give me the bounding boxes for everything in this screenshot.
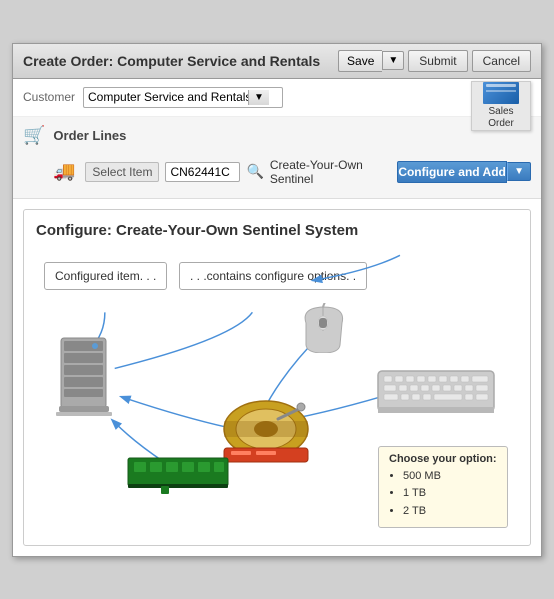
ram-component	[126, 448, 226, 493]
order-lines-header: 🛒 Order Lines	[23, 125, 531, 146]
sales-order-label: SalesOrder	[488, 106, 514, 130]
keyboard-component	[376, 363, 491, 418]
customer-row: Customer ▼ SalesOrder	[13, 79, 541, 117]
customer-input[interactable]	[88, 90, 248, 104]
search-icon: 🔍	[246, 163, 263, 179]
cart-icon: 🛒	[23, 125, 45, 146]
save-dropdown-arrow-icon: ▼	[388, 55, 398, 66]
customer-label: Customer	[23, 90, 75, 104]
option-box-list: 500 MB 1 TB 2 TB	[389, 468, 497, 521]
save-button[interactable]: Save	[338, 50, 382, 72]
main-window: Create Order: Computer Service and Renta…	[12, 43, 542, 557]
option-2tb: 2 TB	[403, 503, 497, 521]
mouse-component	[296, 303, 351, 348]
sales-order-badge[interactable]: SalesOrder	[471, 81, 531, 131]
option-1tb: 1 TB	[403, 485, 497, 503]
item-code-input[interactable]	[165, 162, 240, 182]
choose-option-box: Choose your option: 500 MB 1 TB 2 TB	[378, 446, 508, 528]
customer-dropdown-arrow-icon: ▼	[254, 92, 264, 103]
cancel-button[interactable]: Cancel	[472, 50, 531, 72]
truck-icon: 🚚	[53, 161, 75, 182]
order-lines-section: 🛒 Order Lines 🚚 Select Item 🔍 Create-You…	[13, 117, 541, 199]
configure-add-dropdown-arrow-icon: ▼	[514, 166, 524, 177]
diagram-area: Choose your option: 500 MB 1 TB 2 TB	[36, 253, 518, 533]
option-500mb: 500 MB	[403, 468, 497, 486]
option-box-title: Choose your option:	[389, 453, 497, 465]
customer-input-wrap: ▼	[83, 87, 283, 108]
order-lines-row: 🚚 Select Item 🔍 Create-Your-Own Sentinel…	[23, 154, 531, 190]
configure-add-button[interactable]: Configure and Add	[397, 161, 507, 183]
item-name: Create-Your-Own Sentinel	[270, 158, 391, 186]
server-component	[51, 333, 121, 418]
title-bar-actions: Save ▼ Submit Cancel	[338, 50, 531, 72]
configure-add-dropdown-button[interactable]: ▼	[507, 162, 531, 181]
sales-order-icon	[483, 82, 519, 104]
customer-dropdown-button[interactable]: ▼	[248, 90, 269, 105]
configure-title: Configure: Create-Your-Own Sentinel Syst…	[36, 222, 518, 239]
configure-section: Configure: Create-Your-Own Sentinel Syst…	[23, 209, 531, 546]
select-item-label: Select Item	[85, 162, 159, 182]
configure-add-group: Configure and Add ▼	[397, 161, 531, 183]
save-button-group: Save ▼	[338, 50, 404, 72]
search-button[interactable]: 🔍	[246, 163, 263, 180]
hdd-component	[221, 393, 306, 463]
submit-button[interactable]: Submit	[408, 50, 467, 72]
window-title: Create Order: Computer Service and Renta…	[23, 53, 320, 69]
save-dropdown-button[interactable]: ▼	[382, 51, 404, 70]
title-bar: Create Order: Computer Service and Renta…	[13, 44, 541, 79]
order-lines-title: Order Lines	[53, 128, 126, 143]
